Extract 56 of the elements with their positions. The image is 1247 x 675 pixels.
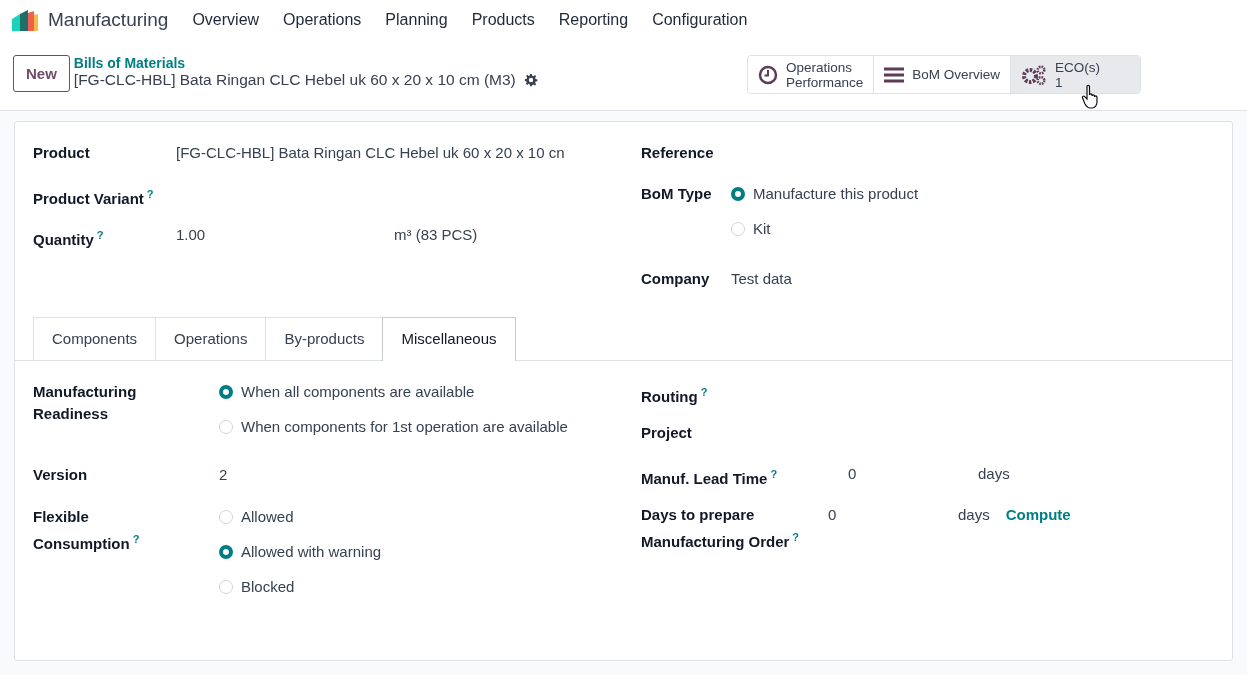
help-tooltip-icon[interactable]: ? [96, 229, 104, 241]
smart-button[interactable]: ECO(s) 1 [1010, 56, 1140, 93]
radio-label[interactable]: Blocked [241, 576, 295, 598]
radio-button[interactable] [219, 385, 233, 399]
app-logo-icon[interactable] [10, 9, 40, 31]
help-tooltip-icon[interactable]: ? [146, 188, 154, 200]
radio-button[interactable] [731, 187, 745, 201]
radio-label[interactable]: When components for 1st operation are available [241, 416, 568, 438]
field-label: Days to prepare Manufacturing Order [641, 506, 790, 550]
radio-button[interactable] [219, 545, 233, 559]
field-value[interactable]: 2 [219, 464, 228, 486]
unit-label: m³ (83 PCS) [394, 225, 478, 245]
menu-item[interactable]: Reporting [558, 11, 629, 29]
field-label: BoM Type [641, 185, 712, 202]
unit-label: days [978, 464, 1010, 484]
help-tooltip-icon[interactable]: ? [792, 531, 800, 543]
new-button[interactable]: New [13, 55, 70, 92]
field-value[interactable]: [FG-CLC-HBL] Bata Ringan CLC Hebel uk 60 x 20 x 10 cn [176, 142, 565, 164]
help-tooltip-icon[interactable]: ? [700, 386, 708, 398]
tab[interactable]: Components [33, 317, 157, 360]
app-name[interactable]: Manufacturing [48, 9, 169, 31]
clock-icon [757, 64, 778, 85]
menu-item[interactable]: Overview [192, 11, 260, 29]
help-tooltip-icon[interactable]: ? [132, 533, 140, 545]
field-label: Flexible Consumption [33, 508, 130, 552]
radio-label[interactable]: Kit [753, 218, 771, 240]
unit-label: days [958, 505, 990, 525]
radio-label[interactable]: Allowed with warning [241, 541, 382, 563]
radio-label[interactable]: Manufacture this product [753, 183, 919, 205]
field-value[interactable]: 0 [828, 504, 958, 526]
settings-icon[interactable] [523, 73, 538, 87]
field-label: Project [641, 424, 692, 441]
field-label: Company [641, 270, 710, 287]
gears-icon [1021, 64, 1047, 85]
field-label: Version [33, 466, 88, 483]
compute-link[interactable]: Compute [1005, 504, 1071, 526]
tab[interactable]: Miscellaneous [382, 317, 516, 361]
field-value[interactable]: 0 [848, 463, 978, 485]
menu-item[interactable]: Products [471, 11, 535, 29]
field-label: Routing [641, 388, 698, 405]
field-label: Product [33, 144, 90, 161]
field-value[interactable]: 1.00 [176, 224, 394, 246]
record-title: [FG-CLC-HBL] Bata Ringan CLC Hebel uk 60 x 20 x 10 cm (M3) [73, 71, 516, 89]
field-label: Reference [641, 144, 714, 161]
field-value[interactable]: Test data [731, 268, 792, 290]
field-label: Manuf. Lead Time [641, 470, 768, 487]
menu-item[interactable]: Operations [283, 11, 362, 29]
menu-item[interactable]: Configuration [652, 11, 748, 29]
field-label: Manufacturing Readiness [33, 383, 137, 422]
breadcrumb-link[interactable]: Bills of Materials [73, 55, 538, 71]
radio-label[interactable]: When all components are available [241, 381, 475, 403]
field-label: Product Variant [33, 190, 144, 207]
menu-item[interactable]: Planning [385, 11, 448, 29]
field-label: Quantity [33, 231, 94, 248]
radio-label[interactable]: Allowed [241, 506, 294, 528]
help-tooltip-icon[interactable]: ? [770, 468, 778, 480]
